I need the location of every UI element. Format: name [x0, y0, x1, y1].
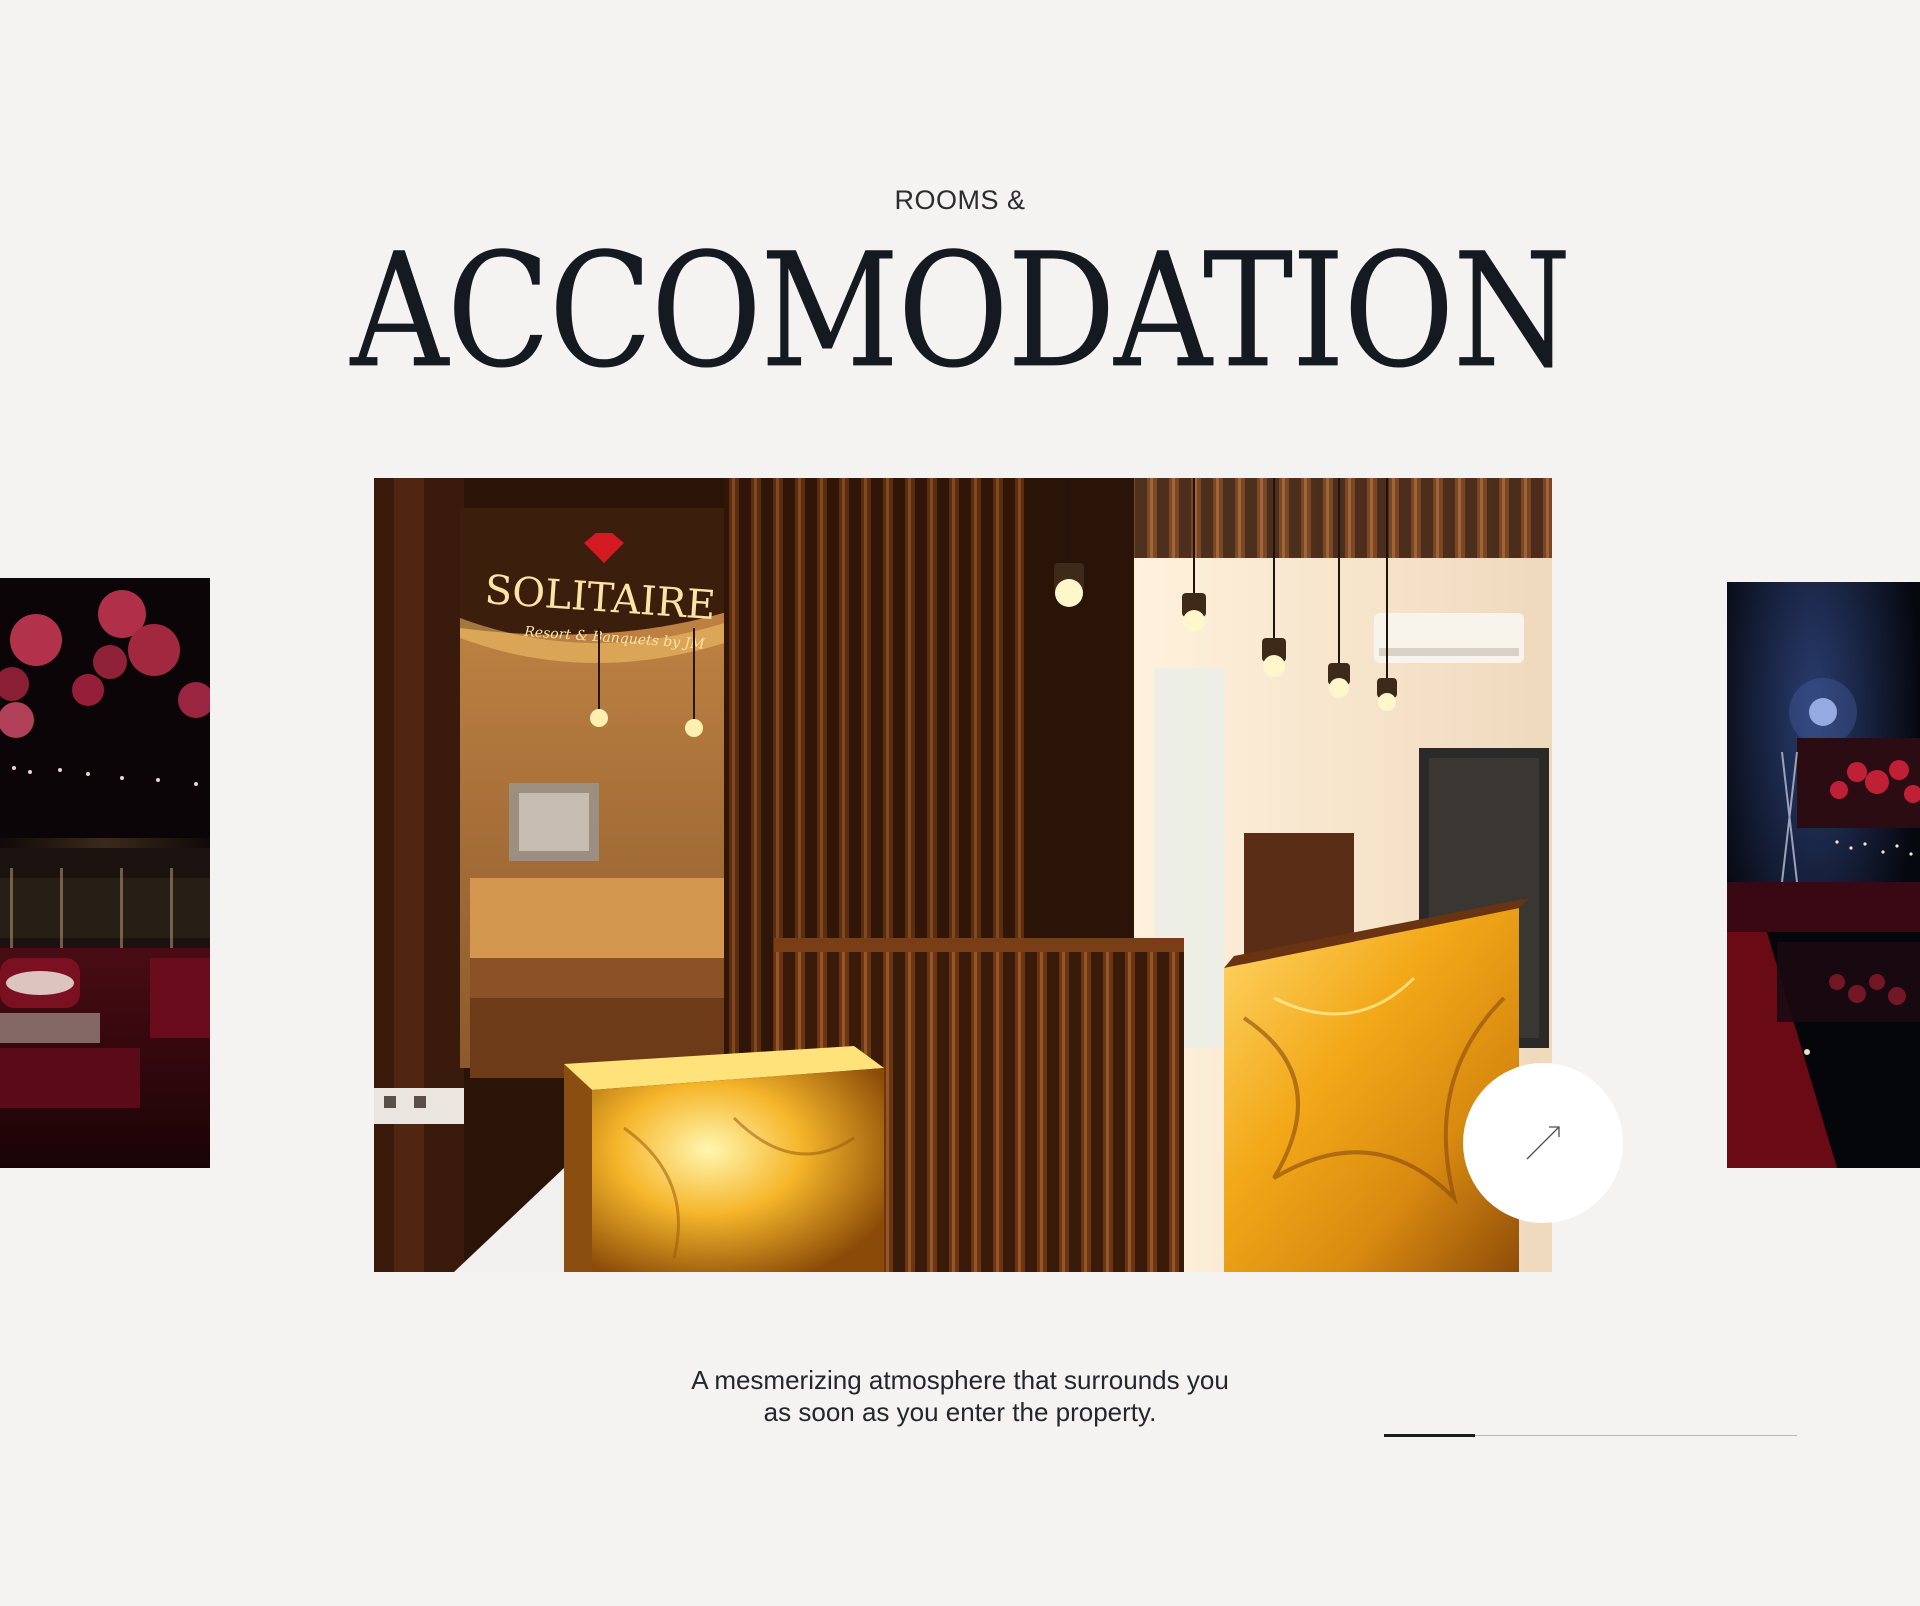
current-slide-image[interactable]: SOLITAIRE Resort & Banquets by JM: [374, 478, 1552, 1272]
banquet-night-illustration: [0, 578, 210, 1168]
section-title: ACCOMODATION: [350, 220, 1571, 404]
arrow-up-right-icon: [1526, 1126, 1560, 1160]
caption-line-1: A mesmerizing atmosphere that surrounds …: [691, 1365, 1229, 1395]
previous-slide-image[interactable]: [0, 578, 210, 1168]
slide-caption: A mesmerizing atmosphere that surrounds …: [560, 1364, 1360, 1428]
accommodation-section: ROOMS & ACCOMODATION SOLITAIRE Resort & …: [0, 0, 1920, 1606]
carousel-progress-bar[interactable]: [1384, 1434, 1797, 1437]
explore-slide-button[interactable]: [1463, 1063, 1623, 1223]
next-slide-image[interactable]: [1727, 582, 1920, 1168]
caption-line-2: as soon as you enter the property.: [763, 1397, 1157, 1427]
reception-lobby-illustration: SOLITAIRE Resort & Banquets by JM: [374, 478, 1552, 1272]
progress-fill: [1384, 1434, 1475, 1437]
section-eyebrow: ROOMS &: [894, 185, 1026, 215]
outdoor-event-illustration: [1727, 582, 1920, 1168]
